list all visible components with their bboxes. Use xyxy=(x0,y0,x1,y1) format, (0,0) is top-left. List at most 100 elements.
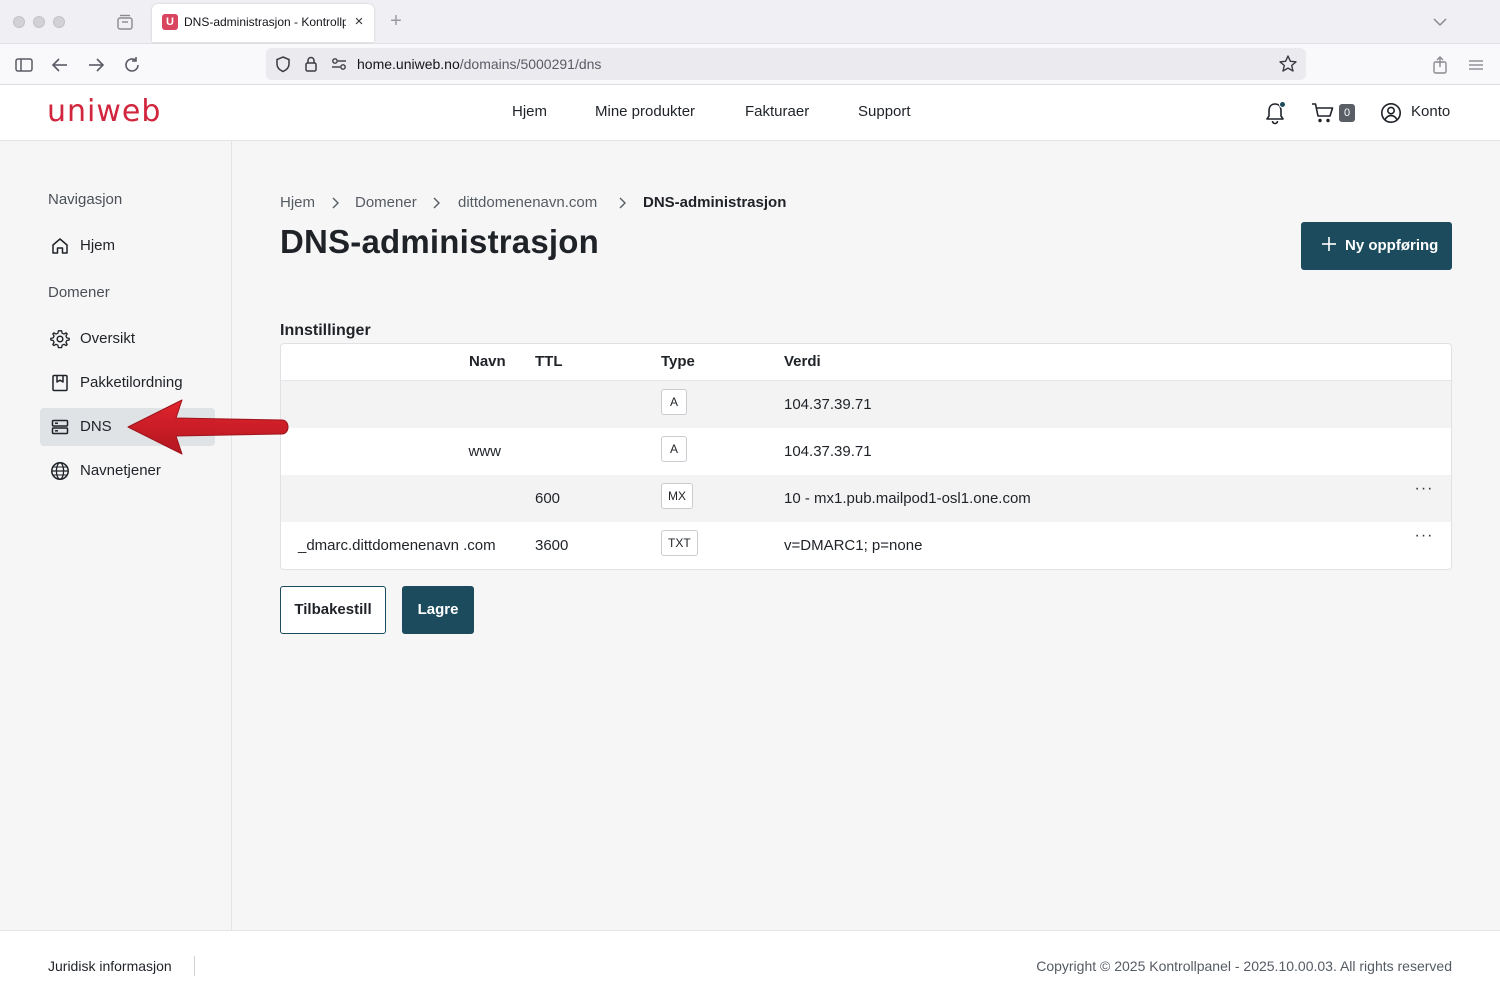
record-type-badge: A xyxy=(661,436,687,462)
record-value: 10 - mx1.pub.mailpod1-osl1.one.com xyxy=(784,490,1031,507)
annotation-arrow xyxy=(127,399,289,455)
settings-section-title: Innstillinger xyxy=(280,322,371,339)
lock-icon[interactable] xyxy=(302,55,320,73)
window-maximize-button[interactable] xyxy=(53,16,65,28)
table-row[interactable]: A 104.37.39.71 xyxy=(281,381,1451,428)
table-row[interactable]: _dmarc.dittdomenenavn .com 3600 TXT v=DM… xyxy=(281,522,1451,569)
sidebar-heading-domains: Domener xyxy=(48,284,110,301)
save-button[interactable]: Lagre xyxy=(402,586,474,634)
cart-count-badge: 0 xyxy=(1339,104,1355,122)
breadcrumb-current: DNS-administrasjon xyxy=(643,194,787,211)
topnav-home[interactable]: Hjem xyxy=(512,103,547,120)
url-path: /domains/5000291/dns xyxy=(459,56,602,72)
home-icon xyxy=(52,238,68,254)
record-type-badge: A xyxy=(661,389,687,415)
browser-tab-active[interactable]: U DNS-administrasjon - Kontrollpanel × xyxy=(152,4,374,42)
reset-button-label: Tilbakestill xyxy=(294,601,372,618)
chevron-right-icon xyxy=(332,197,339,209)
server-icon xyxy=(51,419,69,435)
chevron-right-icon xyxy=(433,197,440,209)
sidebar-item-label: Hjem xyxy=(80,237,116,254)
tab-list-chevron-icon[interactable] xyxy=(1430,12,1450,32)
share-icon[interactable] xyxy=(1429,54,1451,76)
window-minimize-button[interactable] xyxy=(33,16,45,28)
sidebar-item-overview[interactable]: Oversikt xyxy=(40,320,215,358)
reload-icon[interactable] xyxy=(121,54,143,76)
record-value: 104.37.39.71 xyxy=(784,396,872,413)
sidebar-toggle-icon[interactable] xyxy=(13,54,35,76)
url-host: home.uniweb.no xyxy=(357,56,460,72)
uniweb-logo[interactable]: uniweb xyxy=(47,94,161,129)
bookmark-star-icon[interactable] xyxy=(1278,54,1298,74)
gear-icon xyxy=(50,330,70,349)
record-name: www xyxy=(468,443,502,460)
row-actions-icon[interactable]: ··· xyxy=(1413,528,1435,550)
url-text[interactable]: home.uniweb.no/domains/5000291/dns xyxy=(357,56,601,72)
footer-divider xyxy=(194,956,195,976)
record-ttl: 3600 xyxy=(535,537,569,554)
record-type-badge: MX xyxy=(661,483,693,509)
site-favicon-icon: U xyxy=(162,14,178,30)
tab-overview-icon[interactable] xyxy=(116,13,134,31)
sidebar-item-home[interactable]: Hjem xyxy=(40,227,215,265)
column-header-type: Type xyxy=(661,353,695,370)
permissions-icon[interactable] xyxy=(330,56,348,72)
record-name: _dmarc.dittdomenenavn .com xyxy=(298,537,496,554)
menu-icon[interactable] xyxy=(1465,54,1487,76)
breadcrumb-domain[interactable]: dittdomenenavn.com xyxy=(458,194,597,211)
new-record-button[interactable]: Ny oppføring xyxy=(1301,222,1452,270)
column-header-name: Navn xyxy=(469,353,506,370)
account-icon[interactable] xyxy=(1380,102,1402,124)
sidebar-item-label: Navnetjener xyxy=(80,462,161,479)
new-record-label: Ny oppføring xyxy=(1345,237,1439,254)
tab-close-icon[interactable]: × xyxy=(350,13,368,31)
address-bar[interactable]: home.uniweb.no/domains/5000291/dns xyxy=(266,48,1306,80)
shield-icon[interactable] xyxy=(274,55,292,73)
footer: Juridisk informasjon Copyright © 2025 Ko… xyxy=(0,930,1500,1000)
save-button-label: Lagre xyxy=(417,601,459,618)
table-header: Navn TTL Type Verdi xyxy=(281,344,1451,381)
topnav-invoices[interactable]: Fakturaer xyxy=(745,103,809,120)
browser-tab-bar: U DNS-administrasjon - Kontrollpanel × + xyxy=(0,0,1500,44)
browser-nav-bar: home.uniweb.no/domains/5000291/dns xyxy=(0,44,1500,85)
breadcrumb-domains[interactable]: Domener xyxy=(355,194,417,211)
record-value: v=DMARC1; p=none xyxy=(784,537,923,554)
table-row[interactable]: 600 MX 10 - mx1.pub.mailpod1-osl1.one.co… xyxy=(281,475,1451,522)
package-icon xyxy=(52,374,68,392)
record-ttl: 600 xyxy=(535,490,561,507)
notification-dot xyxy=(1279,101,1286,108)
tab-title: DNS-administrasjon - Kontrollpanel xyxy=(184,15,346,29)
topnav-my-products[interactable]: Mine produkter xyxy=(595,103,695,120)
record-type-badge: TXT xyxy=(661,530,698,556)
reset-button[interactable]: Tilbakestill xyxy=(280,586,386,634)
chevron-right-icon xyxy=(619,197,626,209)
window-close-button[interactable] xyxy=(13,16,25,28)
app-header: uniweb Hjem Mine produkter Fakturaer Sup… xyxy=(0,85,1500,141)
sidebar-item-label: Pakketilordning xyxy=(80,374,183,391)
row-actions-icon[interactable]: ··· xyxy=(1413,481,1435,503)
page-title: DNS-administrasjon xyxy=(280,223,599,260)
sidebar: Navigasjon Hjem Domener Oversikt Pakketi… xyxy=(0,141,232,930)
topnav-support[interactable]: Support xyxy=(858,103,911,120)
sidebar-item-label: DNS xyxy=(80,418,112,435)
sidebar-heading-navigation: Navigasjon xyxy=(48,191,123,208)
record-value: 104.37.39.71 xyxy=(784,443,872,460)
column-header-ttl: TTL xyxy=(535,353,563,370)
cart-icon[interactable] xyxy=(1311,102,1335,124)
row-actions-icon[interactable] xyxy=(1413,387,1435,409)
copyright-text: Copyright © 2025 Kontrollpanel - 2025.10… xyxy=(1036,958,1452,974)
globe-icon xyxy=(51,462,69,480)
sidebar-item-label: Oversikt xyxy=(80,330,136,347)
table-row[interactable]: www A 104.37.39.71 xyxy=(281,428,1451,475)
back-arrow-icon[interactable] xyxy=(49,54,71,76)
column-header-value: Verdi xyxy=(784,353,821,370)
breadcrumb-home[interactable]: Hjem xyxy=(280,194,315,211)
new-tab-button[interactable]: + xyxy=(386,10,406,32)
row-actions-icon[interactable] xyxy=(1413,434,1435,456)
main-content: Hjem Domener dittdomenenavn.com DNS-admi… xyxy=(232,141,1500,930)
forward-arrow-icon[interactable] xyxy=(85,54,107,76)
account-link[interactable]: Konto xyxy=(1411,103,1450,120)
plus-icon xyxy=(1322,237,1336,251)
dns-records-table: Navn TTL Type Verdi A 104.37.39.71 www A… xyxy=(280,343,1452,570)
legal-info-link[interactable]: Juridisk informasjon xyxy=(48,958,172,974)
